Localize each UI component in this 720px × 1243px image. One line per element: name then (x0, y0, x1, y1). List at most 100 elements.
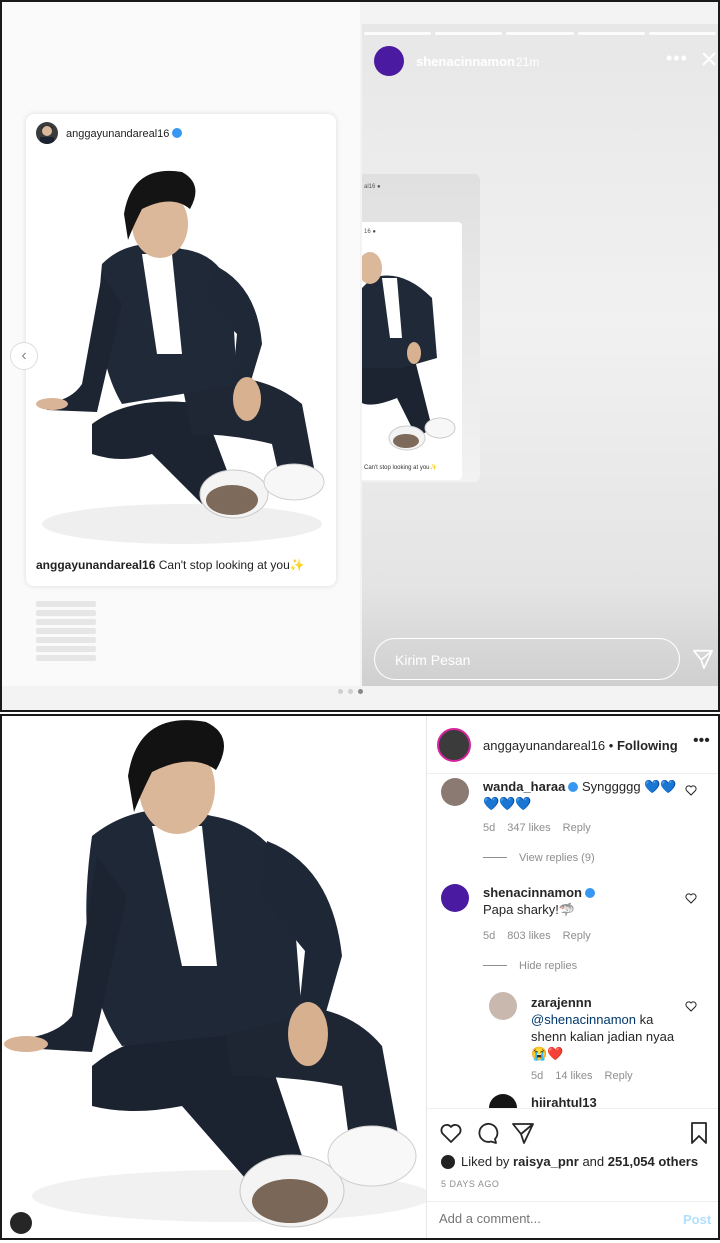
comment-age: 5d (483, 822, 496, 834)
liked-by: Liked by raisya_pnr and 251,054 others (441, 1154, 698, 1169)
heart-icon[interactable] (685, 892, 697, 904)
model-photo (32, 154, 330, 550)
faded-line (36, 601, 96, 607)
view-replies-button[interactable]: View replies (9) (483, 852, 595, 864)
progress-segment (648, 32, 717, 35)
likes-count[interactable]: 251,054 others (608, 1154, 698, 1169)
post-comment-button[interactable]: Post (683, 1212, 711, 1227)
faded-line (36, 655, 96, 661)
shared-post-caption: anggayunandareal16 Can't stop looking at… (36, 558, 305, 572)
comment-age: 5d (483, 930, 496, 942)
comment-meta: 5d 803 likes Reply (483, 930, 603, 942)
hide-replies-button[interactable]: Hide replies (483, 960, 577, 972)
post-photo[interactable] (2, 716, 432, 1238)
faded-line (36, 610, 96, 616)
mention-link[interactable]: @shenacinnamon (531, 1012, 636, 1027)
story-avatar[interactable] (374, 46, 404, 76)
carousel-dot-active (358, 689, 363, 694)
hide-replies-label: Hide replies (519, 960, 578, 972)
faded-line (36, 646, 96, 652)
send-icon[interactable] (692, 648, 714, 670)
following-button[interactable]: Following (617, 738, 678, 753)
post-actions: Liked by raisya_pnr and 251,054 others 5… (427, 1108, 718, 1238)
reply-button[interactable]: Reply (563, 930, 591, 942)
previous-story-button[interactable]: ‹ (10, 342, 38, 370)
heart-icon[interactable] (685, 784, 697, 796)
liked-by-and: and (582, 1154, 605, 1169)
shared-post-card[interactable]: anggayunandareal16 anggayunandareal16 Ca… (26, 114, 336, 586)
mini-card-inner (362, 222, 462, 480)
username-text: anggayunandareal16 (66, 128, 170, 140)
heart-icon[interactable] (685, 1000, 697, 1012)
caption-text: Can't stop looking at you✨ (158, 558, 305, 572)
verified-badge-icon (584, 888, 595, 898)
commenter-avatar[interactable] (441, 884, 469, 912)
liker-avatar[interactable] (441, 1155, 455, 1169)
comment-input[interactable] (439, 1211, 659, 1226)
close-icon[interactable] (700, 50, 718, 68)
faded-line (36, 619, 96, 625)
reply-text: zarajennn @shenacinnamon ka shenn kalian … (531, 994, 681, 1062)
story-progress-bar (364, 32, 717, 35)
verified-badge-icon (172, 128, 183, 138)
avatar (36, 122, 58, 144)
reply-age: 5d (531, 1070, 544, 1082)
carousel-dot (348, 689, 353, 694)
author-avatar[interactable] (437, 728, 471, 762)
post-timestamp[interactable]: 5 DAYS AGO (441, 1179, 499, 1189)
shared-post-username[interactable]: anggayunandareal16 (66, 128, 183, 140)
faded-line (36, 628, 96, 634)
comment-username[interactable]: wanda_haraa (483, 779, 565, 794)
reply-likes[interactable]: 14 likes (555, 1070, 592, 1082)
comment-text: shenacinnamon Papa sharky!🦈 (483, 884, 623, 918)
tagged-user-icon[interactable] (10, 1212, 32, 1234)
story-time: 21m (516, 55, 540, 69)
liker-username[interactable]: raisya_pnr (513, 1154, 579, 1169)
reply-line (483, 965, 507, 966)
separator-dot: • (608, 738, 614, 753)
progress-segment (364, 32, 432, 35)
comment-meta: 5d 347 likes Reply (483, 822, 603, 834)
add-comment-bar: Post (427, 1201, 718, 1239)
instagram-post-screenshot: anggayunandareal16 • Following ••• wanda… (0, 714, 720, 1240)
comment-likes[interactable]: 347 likes (507, 822, 550, 834)
like-heart-icon[interactable] (439, 1121, 463, 1145)
post-header: anggayunandareal16 • Following ••• (427, 716, 718, 774)
story-username[interactable]: shenacinnamon (416, 54, 515, 69)
reply-button[interactable]: Reply (605, 1070, 633, 1082)
mini-card-caption: Can't stop looking at you✨ (364, 465, 437, 471)
reply-line (483, 857, 507, 858)
caption-username: anggayunandareal16 (36, 558, 156, 572)
view-replies-label: View replies (9) (519, 852, 595, 864)
comment-likes[interactable]: 803 likes (507, 930, 550, 942)
reply-button[interactable]: Reply (563, 822, 591, 834)
carousel-dots (338, 689, 363, 694)
comment-username[interactable]: shenacinnamon (483, 885, 582, 900)
faded-line (36, 637, 96, 643)
comment-body: Papa sharky!🦈 (483, 902, 576, 917)
commenter-avatar[interactable] (489, 992, 517, 1020)
story-viewer-screenshot: shenacinnamon 21m ••• anggayunandareal16 (0, 0, 720, 712)
progress-segment (435, 32, 503, 35)
reply-username[interactable]: zarajennn (531, 995, 592, 1010)
mini-card-username: 16 ● (364, 229, 376, 235)
commenter-avatar[interactable] (441, 778, 469, 806)
post-sidebar: anggayunandareal16 • Following ••• wanda… (427, 716, 718, 1238)
send-message-input[interactable]: Kirim Pesan (374, 638, 680, 680)
more-options-icon[interactable]: ••• (666, 48, 688, 69)
comment-text: wanda_haraa Synggggg 💙💙💙💙💙 (483, 778, 677, 812)
more-options-icon[interactable]: ••• (693, 732, 710, 750)
post-author: anggayunandareal16 • Following (483, 738, 678, 753)
verified-badge-icon (568, 782, 579, 792)
progress-segment (577, 32, 645, 35)
liked-by-prefix: Liked by (461, 1154, 510, 1169)
model-photo-large (2, 716, 432, 1238)
reshared-mini-card[interactable]: al16 ● 16 ● Can't stop looking at you✨ (362, 174, 480, 482)
mini-card-label: al16 ● (364, 184, 381, 190)
author-username[interactable]: anggayunandareal16 (483, 738, 605, 753)
carousel-dot (338, 689, 343, 694)
reply-meta: 5d 14 likes Reply (531, 1070, 645, 1082)
bookmark-icon[interactable] (687, 1121, 711, 1145)
share-icon[interactable] (511, 1121, 535, 1145)
comment-icon[interactable] (475, 1121, 499, 1145)
